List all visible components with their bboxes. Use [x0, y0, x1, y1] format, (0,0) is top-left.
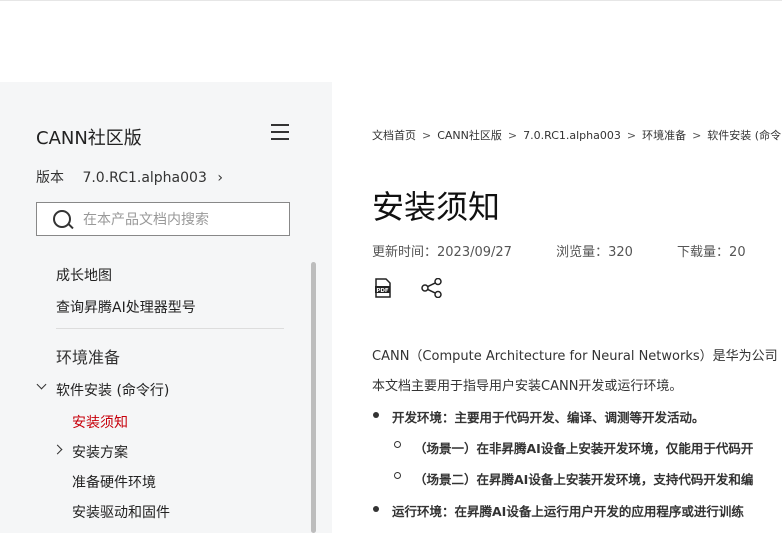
bullet-dot: [373, 506, 379, 512]
breadcrumb-home[interactable]: 文档首页: [372, 129, 416, 142]
main-content: 文档首页 > CANN社区版 >7.0.RC1.alpha003 > 环境准备 > 软件安装 …: [332, 82, 782, 533]
version-label: 版本: [36, 170, 64, 186]
version-selector[interactable]: 版本 7.0.RC1.alpha003 ›: [36, 167, 223, 187]
section-env-prep[interactable]: 环境准备: [56, 344, 120, 368]
updated-time: 更新时间：2023/09/27: [372, 245, 512, 260]
download-count: 下载量：20: [677, 245, 746, 260]
svg-text:PDF: PDF: [376, 288, 389, 294]
breadcrumb: 文档首页 > CANN社区版 >7.0.RC1.alpha003 > 环境准备 > 软件安装 …: [372, 129, 782, 142]
sidebar-scrollbar[interactable]: [311, 262, 316, 533]
product-title: CANN社区版: [36, 128, 142, 149]
breadcrumb-env-prep[interactable]: 环境准备: [642, 129, 686, 142]
page-title: 安装须知: [372, 188, 501, 226]
sidebar-divider: [56, 328, 284, 329]
search-input[interactable]: [81, 209, 285, 231]
chevron-right-icon[interactable]: [52, 444, 63, 455]
breadcrumb-product[interactable]: CANN社区版: [437, 129, 502, 142]
version-value[interactable]: 7.0.RC1.alpha003: [82, 170, 206, 186]
view-count: 浏览量：320: [556, 245, 633, 260]
search-icon[interactable]: [53, 210, 71, 228]
chevron-down-icon[interactable]: [36, 379, 47, 390]
tree-item-software-install[interactable]: 软件安装 (命令行): [56, 380, 169, 400]
pdf-icon[interactable]: PDF: [374, 278, 392, 298]
bullet-dev-env: 开发环境：主要用于代码开发、编译、调测等开发活动。: [392, 410, 705, 425]
bullet-ring: [394, 472, 401, 479]
breadcrumb-software-install[interactable]: 软件安装 (命令: [707, 129, 781, 142]
sidebar: CANN社区版 版本 7.0.RC1.alpha003 › 成长地图 查询昇腾A…: [0, 82, 332, 533]
bullet-ring: [394, 441, 401, 448]
bullet-scenario-1: （场景一）在非昇腾AI设备上安装开发环境，仅能用于代码开: [414, 441, 754, 456]
menu-icon[interactable]: [271, 124, 289, 140]
bullet-run-env: 运行环境：在昇腾AI设备上运行用户开发的应用程序或进行训练: [392, 504, 744, 519]
tree-item-install-notes[interactable]: 安装须知: [72, 412, 128, 432]
chevron-right-icon[interactable]: ›: [217, 170, 223, 186]
intro-paragraph: CANN（Compute Architecture for Neural Net…: [372, 349, 778, 364]
search-box[interactable]: [36, 202, 290, 236]
page-meta: 更新时间：2023/09/27 浏览量：320 下载量：20: [372, 241, 782, 260]
purpose-paragraph: 本文档主要用于指导用户安装CANN开发或运行环境。: [372, 379, 683, 394]
tree-item-install-plan[interactable]: 安装方案: [72, 442, 128, 462]
nav-link-query-processor[interactable]: 查询昇腾AI处理器型号: [56, 297, 196, 317]
share-icon[interactable]: [421, 278, 443, 298]
bullet-dot: [373, 412, 379, 418]
tree-item-install-driver[interactable]: 安装驱动和固件: [72, 502, 170, 522]
bullet-scenario-2: （场景二）在昇腾AI设备上安装开发环境，支持代码开发和编: [414, 472, 754, 487]
tree-item-prepare-hardware[interactable]: 准备硬件环境: [72, 472, 156, 492]
top-header: [0, 0, 782, 83]
nav-link-growth-map[interactable]: 成长地图: [56, 265, 112, 285]
breadcrumb-version[interactable]: 7.0.RC1.alpha003: [523, 129, 621, 142]
